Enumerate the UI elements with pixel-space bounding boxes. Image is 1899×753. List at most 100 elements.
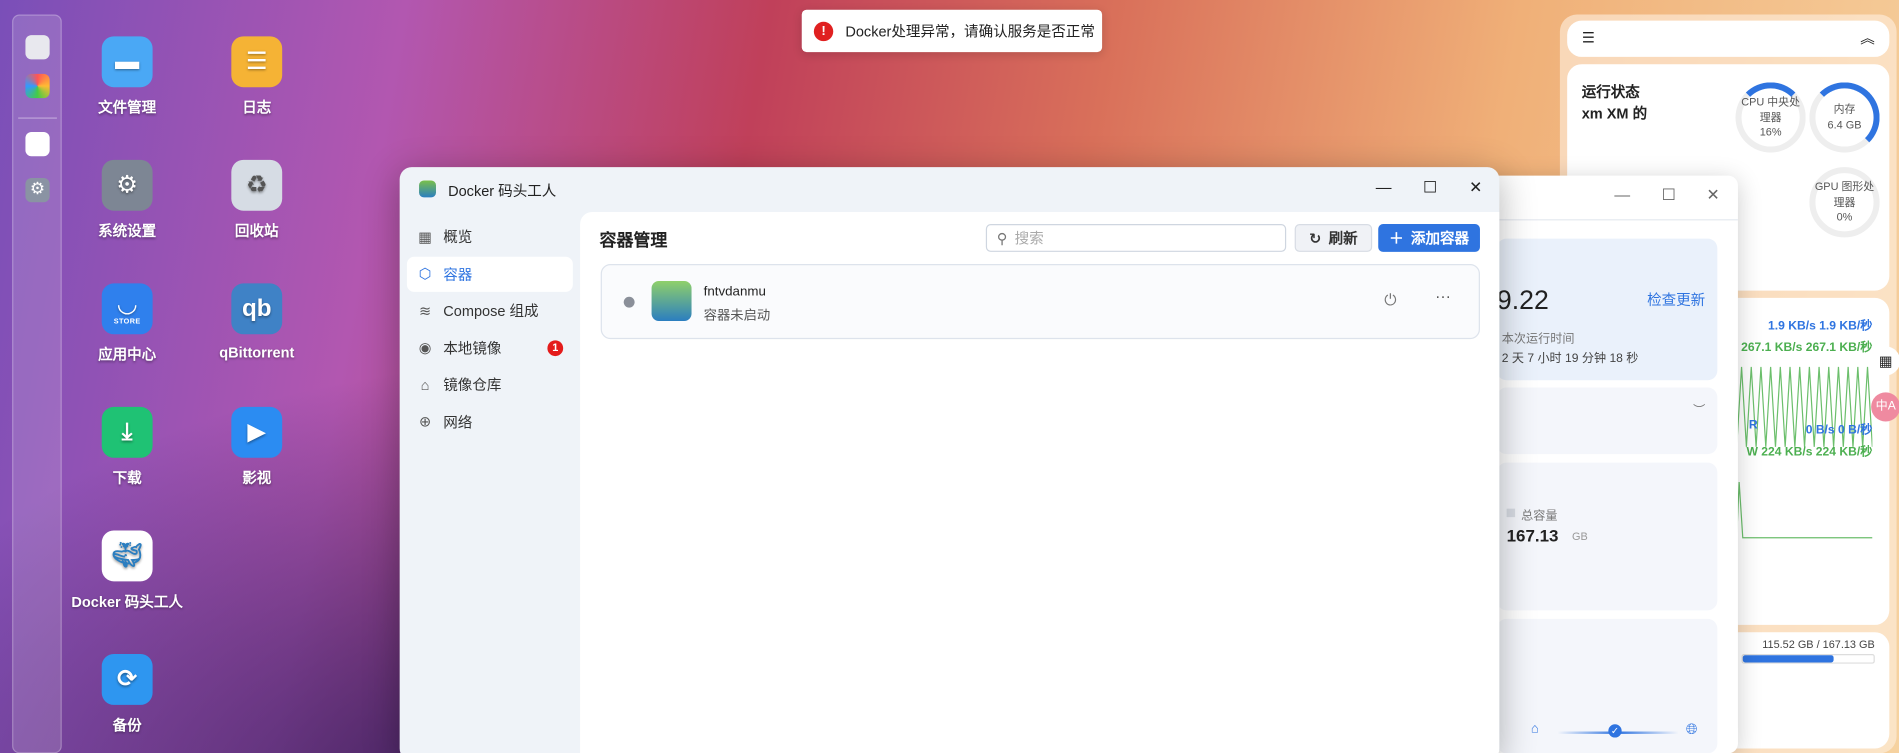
search-placeholder: 搜索	[1014, 230, 1044, 248]
docker-dock-icon[interactable]	[25, 132, 50, 157]
memory-gauge: 内存 6.4 GB	[1809, 82, 1880, 153]
desktop-icon-label: 回收站	[234, 222, 279, 240]
desktop-icon[interactable]: ▶ 影视	[190, 406, 323, 488]
apps-grid-icon[interactable]: ▦	[1871, 346, 1899, 376]
version: 9.22	[1496, 284, 1549, 315]
page-title: 容器管理	[599, 230, 668, 250]
background-window: — ☐ ✕ 9.22 检查更新 本次运行时间 2 天 7 小时 19 分钟 18…	[1484, 175, 1738, 753]
apps-icon[interactable]	[25, 73, 50, 99]
maximize-icon[interactable]: ☐	[1662, 185, 1676, 204]
close-button[interactable]: ✕	[1469, 178, 1482, 197]
maximize-button[interactable]: ☐	[1423, 178, 1437, 197]
desktop-icon[interactable]: ◡ STORE 应用中心	[61, 283, 194, 364]
check-icon: ✓	[1608, 724, 1622, 738]
docker-window: Docker 码头工人 — ☐ ✕ ▦ 概览 ⬡ 容器 ≋ Compose 组成 ◉ 本地镜像…	[399, 167, 1500, 753]
sidebar-item[interactable]: ⌂ 镜像仓库	[407, 367, 573, 402]
desktop-icon-label: 系统设置	[98, 222, 157, 240]
widget-header: ☰ ︽	[1567, 20, 1890, 57]
container-status: 容器未启动	[703, 308, 771, 324]
badge: 1	[547, 339, 564, 356]
desktop-icon[interactable]: ▬ 文件管理	[61, 36, 194, 117]
sidebar-item[interactable]: ⊕ 网络	[407, 404, 573, 439]
more-icon[interactable]: ···	[1435, 287, 1451, 305]
gpu-label: GPU 图形处理器	[1814, 180, 1875, 208]
refresh-icon: ↻	[1309, 229, 1322, 247]
desktop-icon-label: qBittorrent	[219, 343, 295, 361]
eye-closed-icon[interactable]: ︶	[1693, 400, 1705, 418]
search-input[interactable]: ⚲ 搜索	[985, 224, 1287, 252]
desktop-icon[interactable]: qb qBittorrent	[190, 283, 323, 361]
desktop-icon-label: 下载	[112, 469, 142, 487]
desktop-icon[interactable]: ♻ 回收站	[190, 159, 323, 241]
total-value: 167.13	[1506, 525, 1559, 545]
desktop-icon[interactable]: ☰ 日志	[190, 36, 323, 117]
sidebar-item[interactable]: ▦ 概览	[407, 219, 573, 254]
version-panel: 9.22 检查更新 本次运行时间 2 天 7 小时 19 分钟 18 秒	[1496, 238, 1718, 381]
status-title: 运行状态	[1581, 83, 1640, 101]
desktop-icon-label: 备份	[112, 716, 142, 734]
sidebar-item-label: 镜像仓库	[443, 376, 502, 394]
uptime: 2 天 7 小时 19 分钟 18 秒	[1501, 352, 1639, 366]
cube-icon: ⬡	[418, 265, 432, 283]
desktop-icon[interactable]: ⤓ 下载	[61, 406, 194, 488]
device-name: xm XM 的	[1581, 105, 1648, 123]
dock-divider	[18, 117, 57, 119]
hidden-panel: ︶	[1496, 387, 1718, 455]
video-icon: ▶	[231, 406, 283, 458]
filter-icon[interactable]: ☰	[1582, 29, 1595, 46]
cpu-gauge: CPU 中央处理器 16%	[1735, 82, 1806, 153]
home-icon: ⌂	[420, 376, 430, 394]
minimize-icon[interactable]: —	[1614, 185, 1630, 203]
desktop-icon[interactable]: ⚙ 系统设置	[61, 159, 194, 241]
close-icon[interactable]: ✕	[1706, 185, 1719, 204]
globe-icon: 🌐︎	[1685, 720, 1698, 738]
gpu-value: 0%	[1836, 211, 1853, 224]
toast-message: Docker处理异常，请确认服务是否正常	[845, 23, 1095, 40]
backup-icon: ⟳	[101, 653, 153, 705]
gpu-gauge: GPU 图形处理器 0%	[1809, 167, 1880, 238]
plus-icon: ＋	[1389, 230, 1404, 248]
desktop-icon[interactable]: 🐳︎ Docker 码头工人	[61, 530, 194, 611]
bag-icon: ◡	[117, 290, 137, 318]
collapse-icon[interactable]: ︽	[1860, 28, 1875, 49]
desktop-icon[interactable]: ⟳ 备份	[61, 653, 194, 735]
recycle-icon: ♻	[231, 159, 283, 211]
taskbar-dock: ⚙	[12, 14, 62, 753]
refresh-label: 刷新	[1328, 230, 1358, 248]
monitor-icon[interactable]	[25, 35, 50, 60]
store-icon: ◡ STORE	[101, 283, 153, 335]
check-update-link[interactable]: 检查更新	[1647, 289, 1705, 310]
add-label: 添加容器	[1410, 230, 1470, 248]
minimize-button[interactable]: —	[1376, 178, 1392, 196]
capacity-panel: 总容量 167.13 GB	[1496, 462, 1718, 611]
translate-icon[interactable]: 中A	[1871, 392, 1899, 422]
error-icon: !	[813, 21, 834, 41]
sidebar-item-label: 网络	[443, 413, 473, 431]
power-icon[interactable]: ⏻	[1384, 291, 1396, 310]
sidebar-item[interactable]: ◉ 本地镜像 1	[407, 330, 573, 365]
desktop-icon-label: 文件管理	[98, 99, 157, 117]
refresh-button[interactable]: ↻ 刷新	[1294, 224, 1373, 252]
grid-icon: ▦	[418, 228, 432, 246]
disk-r-label: R	[1748, 419, 1758, 433]
search-icon: ⚲	[996, 229, 1008, 247]
qb-glyph: qb	[241, 295, 272, 323]
window-title: Docker 码头工人	[448, 182, 557, 200]
sidebar-item-label: 本地镜像	[443, 339, 502, 357]
qb-icon: qb	[231, 283, 283, 335]
cpu-label: CPU 中央处理器	[1741, 95, 1800, 124]
storage-usage: 115.52 GB / 167.13 GB	[1762, 638, 1875, 651]
net-up: 1.9 KB/s 1.9 KB/秒	[1768, 319, 1873, 334]
settings-dock-icon[interactable]: ⚙	[25, 178, 50, 203]
desktop-icon-label: Docker 码头工人	[71, 593, 183, 611]
error-toast: ! Docker处理异常，请确认服务是否正常	[801, 9, 1103, 53]
sidebar-item[interactable]: ⬡ 容器	[406, 256, 573, 292]
folder-icon: ▬	[101, 36, 153, 88]
container-row[interactable]: fntvdanmu 容器未启动 ⏻ ···	[600, 264, 1480, 340]
download-icon: ⤓	[101, 406, 153, 458]
sidebar-item-label: 概览	[443, 228, 473, 246]
add-container-button[interactable]: ＋ 添加容器	[1378, 224, 1480, 252]
globe-icon: ⊕	[419, 412, 432, 430]
sidebar-item[interactable]: ≋ Compose 组成	[407, 293, 573, 328]
container-icon	[651, 280, 692, 321]
